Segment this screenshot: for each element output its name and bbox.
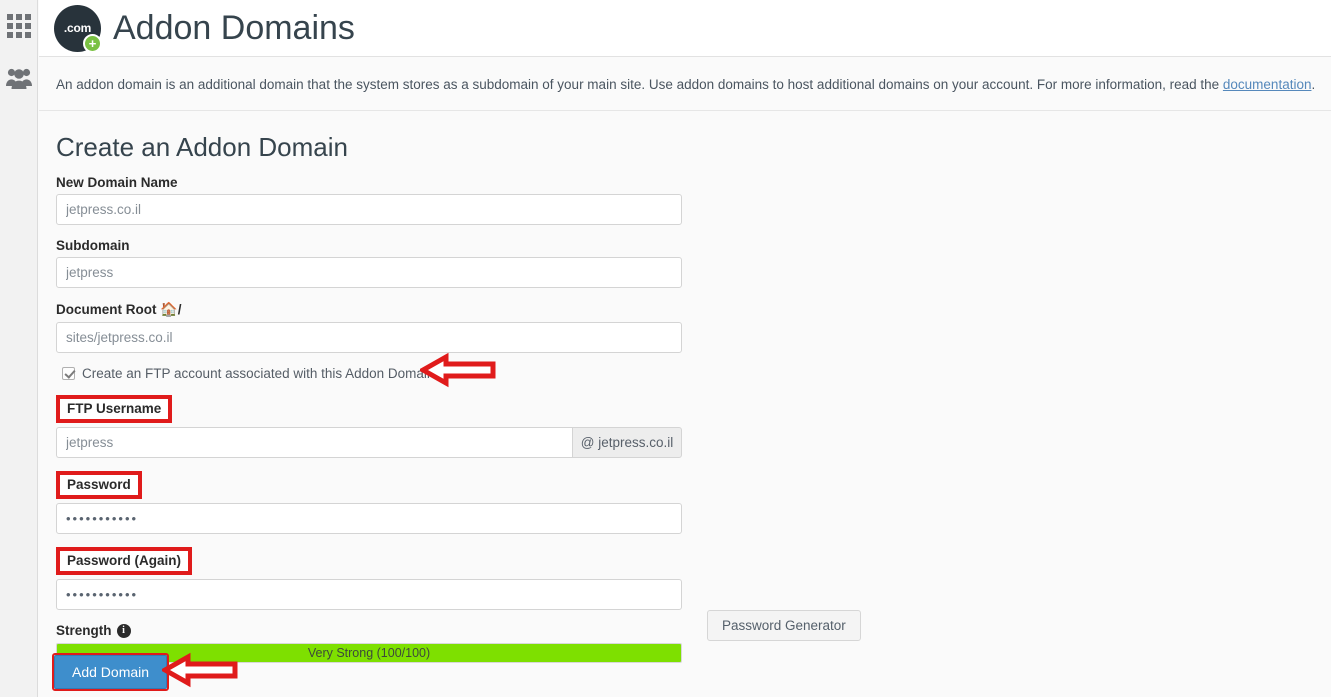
- description-bar: An addon domain is an additional domain …: [39, 58, 1331, 111]
- page-header: .com + Addon Domains: [39, 0, 1331, 57]
- field-password-again: Password (Again): [56, 547, 1331, 610]
- ftp-username-domain-addon: @ jetpress.co.il: [572, 427, 682, 458]
- main-content: Create an Addon Domain New Domain Name S…: [39, 112, 1331, 697]
- field-password: Password: [56, 471, 1331, 534]
- document-root-input[interactable]: [56, 322, 682, 353]
- document-root-label-slash: /: [177, 302, 182, 317]
- ftp-username-label: FTP Username: [67, 401, 162, 416]
- ftp-account-checkbox[interactable]: [62, 367, 75, 380]
- field-strength: Strength i Very Strong (100/100): [56, 623, 1331, 663]
- password-highlight: Password: [56, 471, 142, 499]
- page-root: .com + Addon Domains An addon domain is …: [0, 0, 1331, 697]
- password-again-input[interactable]: [56, 579, 682, 610]
- new-domain-label: New Domain Name: [56, 175, 178, 190]
- ftp-account-checkbox-row[interactable]: Create an FTP account associated with th…: [62, 366, 1331, 381]
- page-title: Addon Domains: [113, 8, 355, 47]
- ftp-username-highlight: FTP Username: [56, 395, 173, 423]
- password-generator-button[interactable]: Password Generator: [707, 610, 861, 641]
- apps-grid-icon: [7, 14, 31, 38]
- field-subdomain: Subdomain: [56, 238, 1331, 288]
- password-input[interactable]: [56, 503, 682, 534]
- field-new-domain: New Domain Name: [56, 175, 1331, 225]
- description-text: An addon domain is an additional domain …: [56, 77, 1315, 92]
- password-again-highlight: Password (Again): [56, 547, 193, 575]
- subdomain-label: Subdomain: [56, 238, 130, 253]
- documentation-link[interactable]: documentation: [1223, 77, 1312, 92]
- subdomain-input[interactable]: [56, 257, 682, 288]
- strength-label-text: Strength: [56, 623, 112, 638]
- strength-bar-text: Very Strong (100/100): [307, 646, 431, 660]
- field-ftp-username: FTP Username @ jetpress.co.il: [56, 395, 1331, 458]
- sidebar: [0, 0, 38, 697]
- add-domain-highlight: Add Domain: [52, 653, 170, 691]
- add-domain-button[interactable]: Add Domain: [54, 655, 168, 689]
- password-label: Password: [67, 477, 131, 492]
- field-document-root: Document Root 🏠/: [56, 301, 1331, 353]
- strength-label: Strength i: [56, 623, 1331, 638]
- sidebar-item-users[interactable]: [0, 58, 38, 102]
- addon-domains-icon: .com +: [54, 4, 102, 53]
- ftp-account-checkbox-label: Create an FTP account associated with th…: [82, 366, 439, 381]
- plus-badge-icon: +: [83, 33, 102, 53]
- home-icon: 🏠: [160, 301, 178, 317]
- section-title: Create an Addon Domain: [56, 132, 348, 162]
- description-text-after: .: [1311, 76, 1316, 92]
- dotcom-label: .com: [63, 21, 92, 35]
- info-icon[interactable]: i: [116, 623, 131, 638]
- sidebar-item-apps[interactable]: [0, 4, 38, 48]
- ftp-username-input-group: @ jetpress.co.il: [56, 427, 682, 458]
- document-root-label: Document Root 🏠/: [56, 301, 1331, 318]
- users-icon: [6, 67, 32, 94]
- ftp-username-input[interactable]: [56, 427, 572, 458]
- new-domain-input[interactable]: [56, 194, 682, 225]
- document-root-label-text: Document Root: [56, 302, 157, 317]
- password-again-label: Password (Again): [67, 553, 182, 568]
- description-text-before: An addon domain is an additional domain …: [56, 76, 1223, 92]
